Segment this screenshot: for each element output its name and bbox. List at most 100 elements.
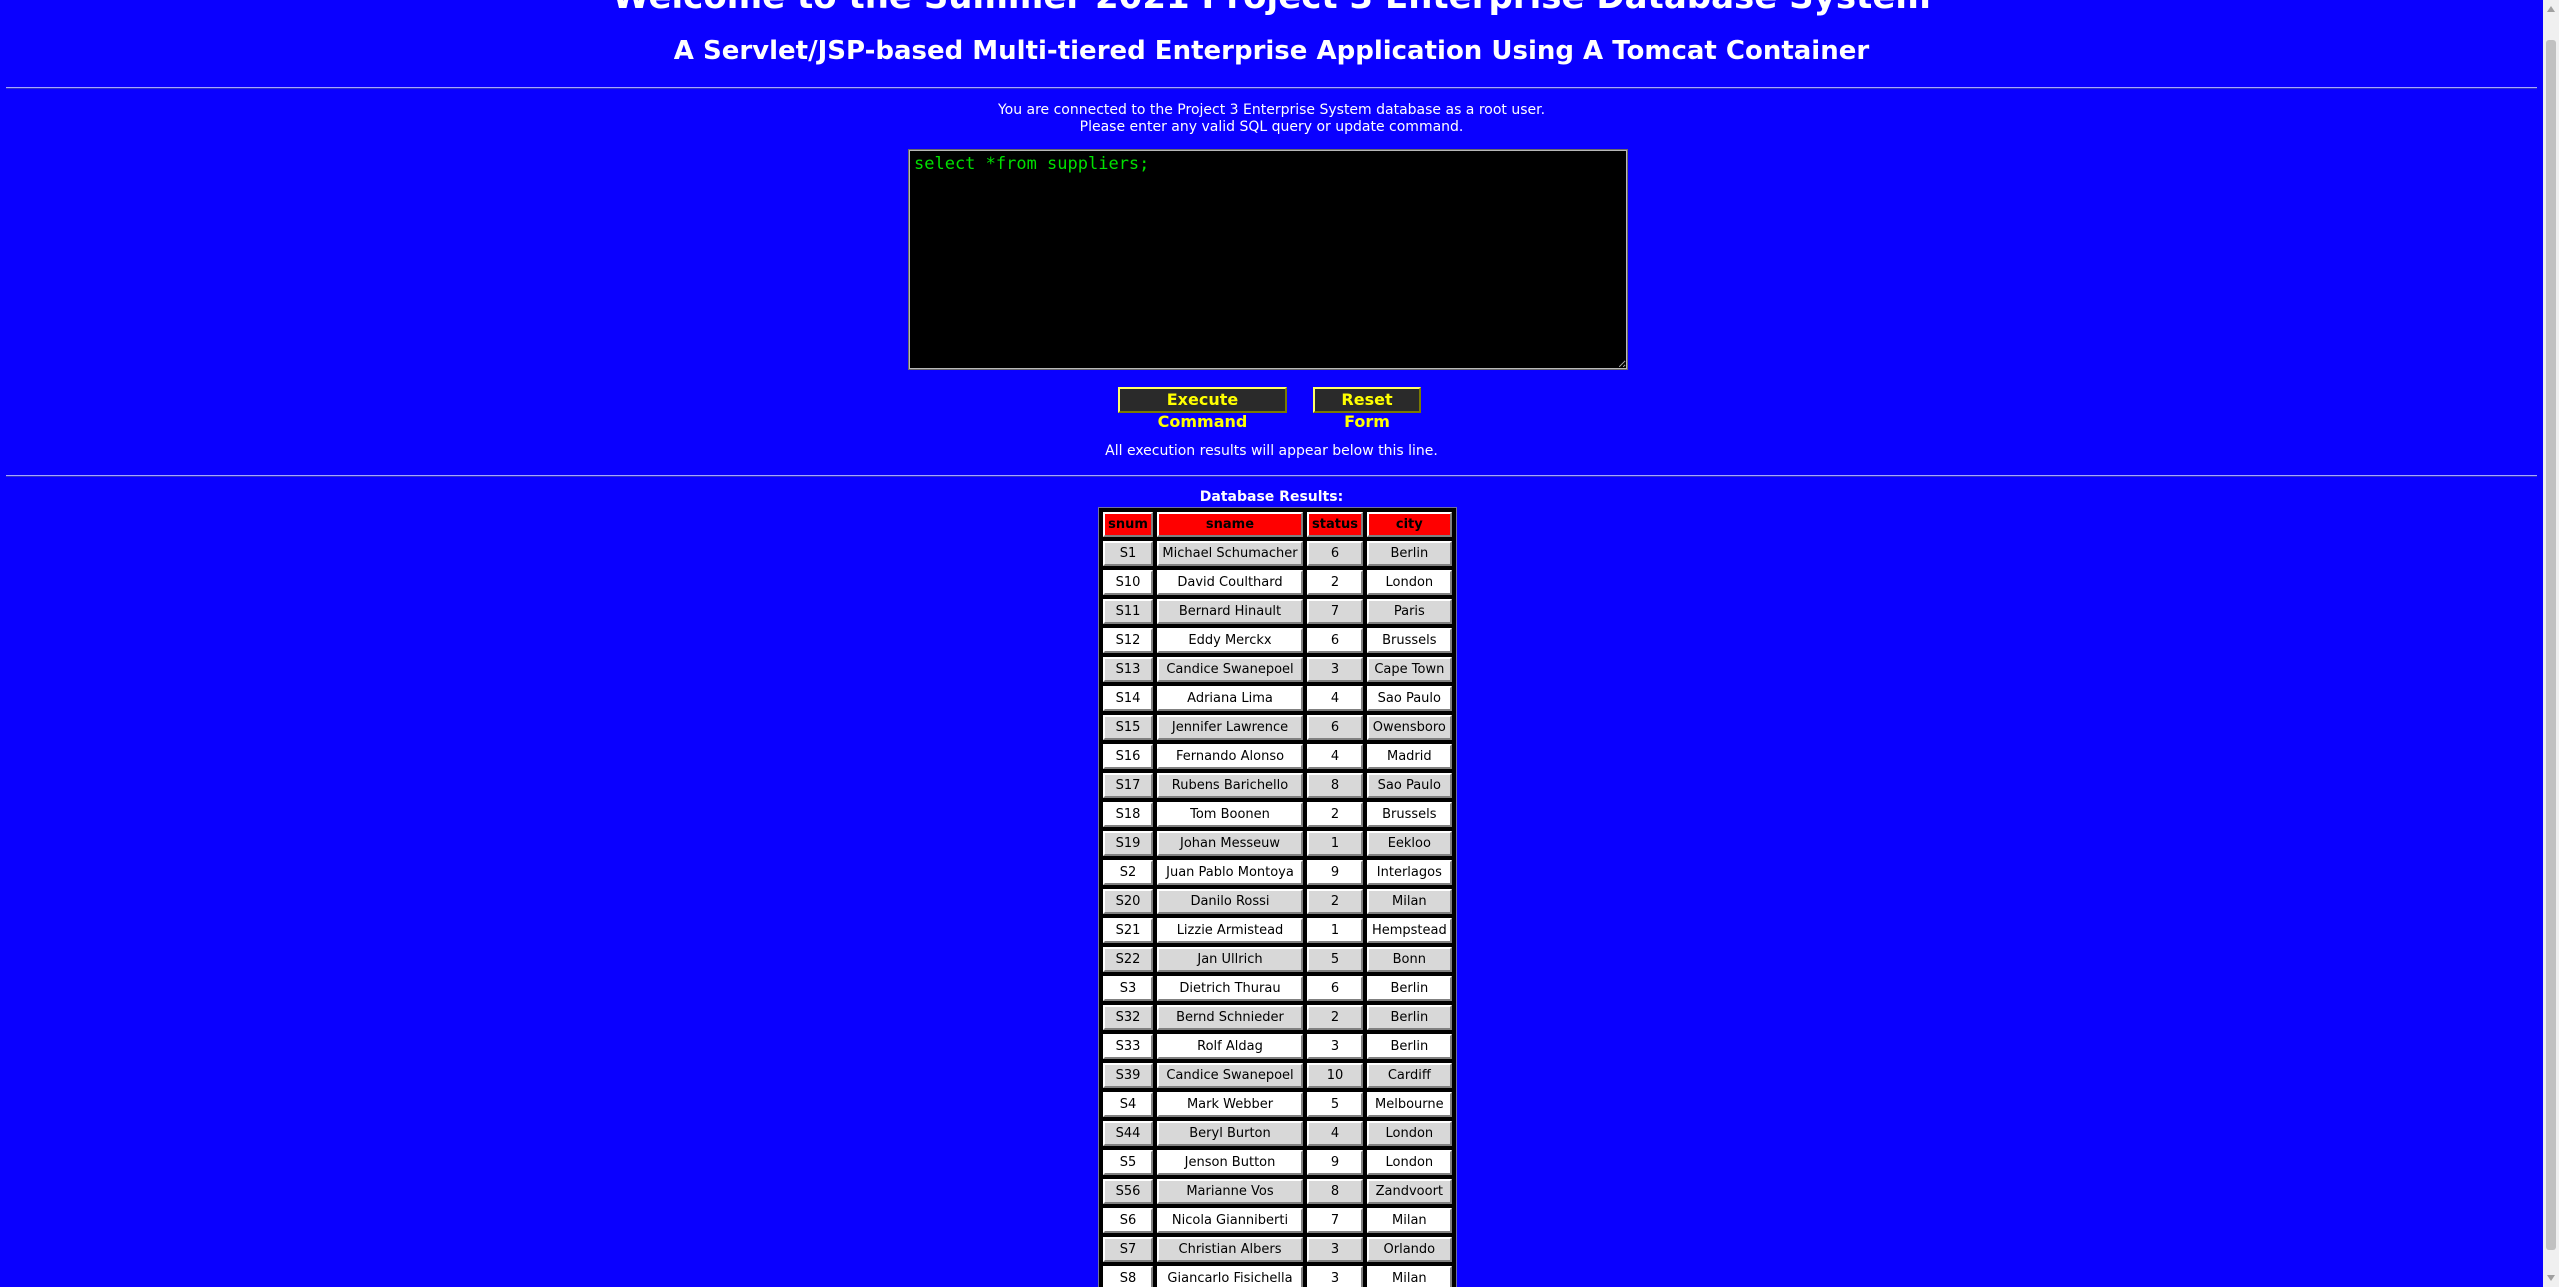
- table-row: S7 Christian Albers 3 Orlando: [1103, 1237, 1452, 1262]
- cell-city: London: [1366, 570, 1452, 595]
- cell-city: Berlin: [1366, 541, 1452, 566]
- column-header-city: city: [1366, 512, 1452, 537]
- results-header-row: snum sname status city: [1103, 512, 1452, 537]
- table-row: S1 Michael Schumacher 6 Berlin: [1103, 541, 1452, 566]
- table-row: S22 Jan Ullrich 5 Bonn: [1103, 947, 1452, 972]
- cell-status: 3: [1307, 1237, 1363, 1262]
- cell-status: 5: [1307, 1092, 1363, 1117]
- table-row: S17 Rubens Barichello 8 Sao Paulo: [1103, 773, 1452, 798]
- cell-sname: Giancarlo Fisichella: [1157, 1266, 1303, 1287]
- cell-city: Cape Town: [1366, 657, 1452, 682]
- cell-sname: David Coulthard: [1157, 570, 1303, 595]
- cell-status: 10: [1307, 1063, 1363, 1088]
- cell-snum: S5: [1103, 1150, 1153, 1175]
- cell-snum: S7: [1103, 1237, 1153, 1262]
- cell-status: 1: [1307, 918, 1363, 943]
- table-row: S32 Bernd Schnieder 2 Berlin: [1103, 1005, 1452, 1030]
- cell-sname: Beryl Burton: [1157, 1121, 1303, 1146]
- table-row: S44 Beryl Burton 4 London: [1103, 1121, 1452, 1146]
- column-header-status: status: [1307, 512, 1363, 537]
- results-divider: [6, 475, 2537, 477]
- cell-snum: S32: [1103, 1005, 1153, 1030]
- cell-sname: Adriana Lima: [1157, 686, 1303, 711]
- cell-city: Owensboro: [1366, 715, 1452, 740]
- column-header-sname: sname: [1157, 512, 1303, 537]
- cell-sname: Rubens Barichello: [1157, 773, 1303, 798]
- reset-form-button[interactable]: Reset Form: [1313, 387, 1421, 431]
- results-body: S1 Michael Schumacher 6 Berlin S10 David Coul…: [1103, 541, 1452, 1287]
- cell-snum: S39: [1103, 1063, 1153, 1088]
- cell-sname: Tom Boonen: [1157, 802, 1303, 827]
- connection-line: You are connected to the Project 3 Enter…: [997, 102, 1546, 118]
- cell-status: 1: [1307, 831, 1363, 856]
- table-row: S12 Eddy Merckx 6 Brussels: [1103, 628, 1452, 653]
- cell-city: Brussels: [1366, 802, 1452, 827]
- execute-command-button[interactable]: Execute Command: [1118, 387, 1287, 431]
- cell-city: Sao Paulo: [1366, 686, 1452, 711]
- table-row: S8 Giancarlo Fisichella 3 Milan: [1103, 1266, 1452, 1287]
- top-divider: [6, 87, 2537, 89]
- cell-city: Cardiff: [1366, 1063, 1452, 1088]
- cell-status: 5: [1307, 947, 1363, 972]
- table-row: S19 Johan Messeuw 1 Eekloo: [1103, 831, 1452, 856]
- cell-city: Berlin: [1366, 1034, 1452, 1059]
- cell-status: 2: [1307, 1005, 1363, 1030]
- cell-city: Paris: [1366, 599, 1452, 624]
- cell-status: 9: [1307, 860, 1363, 885]
- cell-status: 6: [1307, 628, 1363, 653]
- cell-status: 2: [1307, 570, 1363, 595]
- results-note: All execution results will appear below …: [1105, 443, 1438, 459]
- cell-snum: S4: [1103, 1092, 1153, 1117]
- table-row: S39 Candice Swanepoel 10 Cardiff: [1103, 1063, 1452, 1088]
- cell-sname: Bernard Hinault: [1157, 599, 1303, 624]
- cell-snum: S14: [1103, 686, 1153, 711]
- cell-sname: Jenson Button: [1157, 1150, 1303, 1175]
- table-row: S4 Mark Webber 5 Melbourne: [1103, 1092, 1452, 1117]
- table-row: S18 Tom Boonen 2 Brussels: [1103, 802, 1452, 827]
- scroll-up-arrow-icon[interactable]: [2547, 6, 2555, 12]
- table-row: S13 Candice Swanepoel 3 Cape Town: [1103, 657, 1452, 682]
- cell-sname: Mark Webber: [1157, 1092, 1303, 1117]
- table-row: S16 Fernando Alonso 4 Madrid: [1103, 744, 1452, 769]
- cell-status: 2: [1307, 889, 1363, 914]
- table-row: S10 David Coulthard 2 London: [1103, 570, 1452, 595]
- cell-snum: S18: [1103, 802, 1153, 827]
- cell-status: 4: [1307, 686, 1363, 711]
- results-caption: Database Results:: [1199, 489, 1344, 505]
- cell-city: Milan: [1366, 1266, 1452, 1287]
- cell-status: 8: [1307, 773, 1363, 798]
- sql-query-input[interactable]: select *from suppliers;: [908, 149, 1628, 370]
- cell-snum: S15: [1103, 715, 1153, 740]
- table-row: S11 Bernard Hinault 7 Paris: [1103, 599, 1452, 624]
- page-subtitle: A Servlet/JSP-based Multi-tiered Enterpr…: [673, 36, 1870, 66]
- scroll-down-arrow-icon[interactable]: [2547, 1275, 2555, 1281]
- cell-snum: S6: [1103, 1208, 1153, 1233]
- page-content: Welcome to the Summer 2021 Project 3 Ent…: [0, 0, 2543, 1287]
- cell-sname: Eddy Merckx: [1157, 628, 1303, 653]
- scrollbar-thumb[interactable]: [2546, 40, 2556, 1250]
- cell-status: 4: [1307, 744, 1363, 769]
- cell-city: Milan: [1366, 889, 1452, 914]
- table-row: S20 Danilo Rossi 2 Milan: [1103, 889, 1452, 914]
- table-row: S56 Marianne Vos 8 Zandvoort: [1103, 1179, 1452, 1204]
- cell-city: Zandvoort: [1366, 1179, 1452, 1204]
- vertical-scrollbar[interactable]: [2543, 0, 2559, 1287]
- cell-status: 7: [1307, 599, 1363, 624]
- connection-info: You are connected to the Project 3 Enter…: [0, 102, 2543, 136]
- cell-snum: S12: [1103, 628, 1153, 653]
- cell-sname: Marianne Vos: [1157, 1179, 1303, 1204]
- table-row: S21 Lizzie Armistead 1 Hempstead: [1103, 918, 1452, 943]
- cell-sname: Juan Pablo Montoya: [1157, 860, 1303, 885]
- cell-sname: Fernando Alonso: [1157, 744, 1303, 769]
- cell-sname: Candice Swanepoel: [1157, 1063, 1303, 1088]
- page-title: Welcome to the Summer 2021 Project 3 Ent…: [0, 0, 2543, 14]
- table-row: S15 Jennifer Lawrence 6 Owensboro: [1103, 715, 1452, 740]
- cell-snum: S56: [1103, 1179, 1153, 1204]
- cell-city: Berlin: [1366, 976, 1452, 1001]
- cell-status: 3: [1307, 1034, 1363, 1059]
- cell-snum: S16: [1103, 744, 1153, 769]
- cell-status: 3: [1307, 657, 1363, 682]
- cell-city: London: [1366, 1121, 1452, 1146]
- cell-status: 7: [1307, 1208, 1363, 1233]
- cell-status: 8: [1307, 1179, 1363, 1204]
